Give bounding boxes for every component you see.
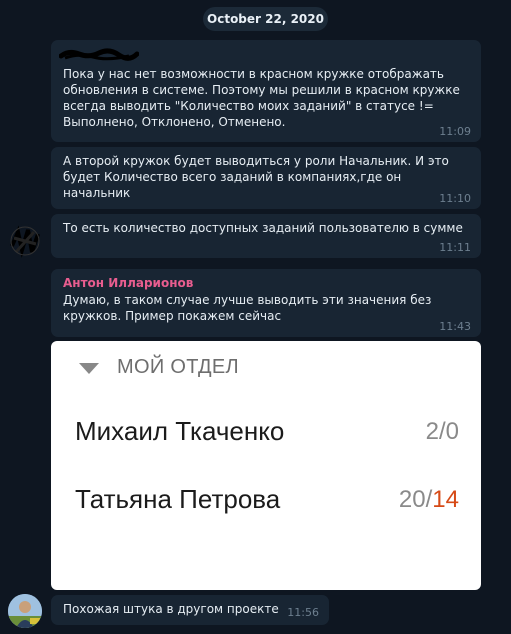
message-bubble[interactable]: Антон Илларионов Думаю, в таком случае л… — [51, 269, 481, 337]
sender-name[interactable]: Антон Илларионов — [63, 275, 469, 291]
message-text: Пока у нас нет возможности в красном кру… — [63, 67, 460, 129]
employee-name: Михаил Ткаченко — [75, 416, 285, 446]
message-bubble[interactable]: То есть количество доступных заданий пол… — [51, 214, 481, 258]
triangle-down-icon — [79, 363, 99, 374]
date-separator: October 22, 2020 — [203, 7, 328, 31]
message-bubble[interactable]: Похожая штука в другом проекте 11:56 — [51, 595, 329, 625]
task-count: 2/0 — [426, 418, 459, 446]
message-time: 11:43 — [439, 320, 471, 333]
avatar[interactable] — [8, 594, 42, 628]
task-count-value: 2/0 — [425, 418, 459, 445]
redacted-sender-scribble — [59, 48, 139, 61]
message-bubble[interactable]: Пока у нас нет возможности в красном кру… — [51, 40, 481, 142]
message-bubble[interactable]: А второй кружок будет выводиться у роли … — [51, 147, 481, 209]
message-time: 11:09 — [439, 125, 471, 138]
message-time: 11:56 — [287, 606, 319, 619]
scribble-avatar-icon — [10, 225, 40, 258]
avatar[interactable] — [8, 224, 42, 258]
task-count-highlight: 14 — [432, 486, 459, 513]
task-count-value: 20/ — [398, 486, 433, 513]
task-count: 20/14 — [399, 486, 459, 514]
message-text: То есть количество доступных заданий пол… — [63, 221, 463, 235]
message-text: Думаю, в таком случае лучше выводить эти… — [63, 293, 432, 323]
image-attachment[interactable]: МОЙ ОТДЕЛ Михаил Ткаченко 2/0 Татьяна Пе… — [51, 341, 481, 590]
employee-name: Татьяна Петрова — [75, 484, 281, 514]
message-text: Похожая штука в другом проекте — [63, 602, 279, 616]
section-title: МОЙ ОТДЕЛ — [117, 356, 239, 378]
user-photo-icon — [8, 594, 42, 628]
message-time: 11:11 — [439, 241, 471, 254]
message-time: 11:10 — [439, 192, 471, 205]
message-text: А второй кружок будет выводиться у роли … — [63, 154, 449, 200]
